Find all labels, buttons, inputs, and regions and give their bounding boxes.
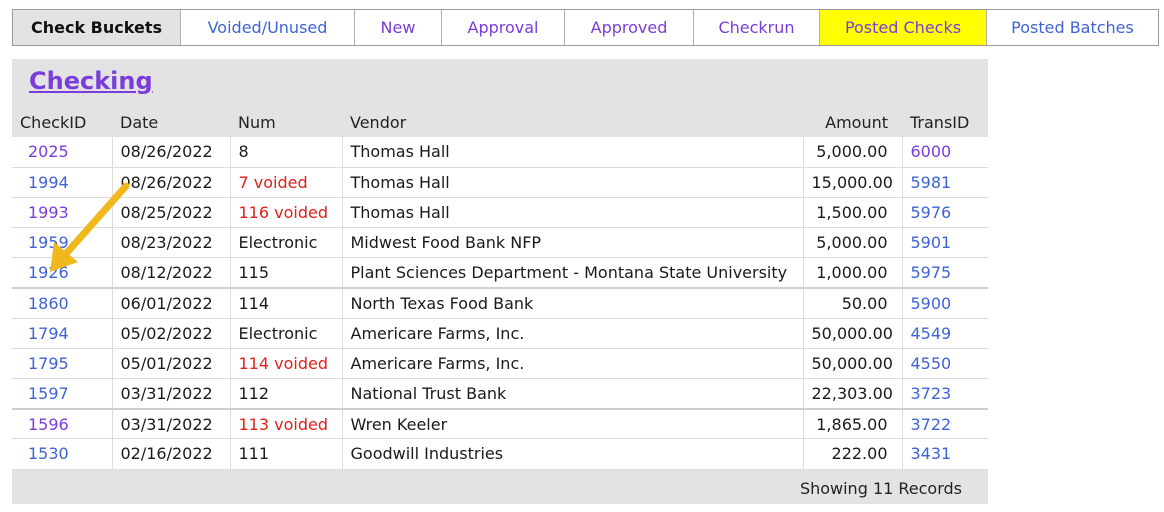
table-row: 1795 05/01/2022 114 voided Americare Far… [12,348,988,380]
transid-link[interactable]: 4549 [901,318,988,349]
table-row: 1926 08/12/2022 115 Plant Sciences Depar… [12,257,988,289]
num-cell: 8 [229,137,342,168]
checking-panel: Checking CheckID Date Num Vendor Amount … [12,59,988,504]
date-cell: 06/01/2022 [111,286,230,319]
amount-cell: 15,000.00 [802,167,902,198]
vendor-cell: Thomas Hall [341,197,803,229]
num-cell: 111 [229,438,342,470]
checkid-link[interactable]: 1597 [12,378,112,410]
vendor-cell: Midwest Food Bank NFP [341,227,803,259]
date-cell: 03/31/2022 [111,378,230,410]
num-cell: 116 voided [229,197,342,229]
checkid-link[interactable]: 1860 [12,286,112,319]
tab-posted-batches[interactable]: Posted Batches [986,10,1158,45]
amount-cell: 222.00 [802,438,902,470]
num-cell: 112 [229,378,342,410]
tab-checkrun[interactable]: Checkrun [693,10,819,45]
check-bucket-tabs: Check Buckets Voided/Unused New Approval… [12,9,1159,46]
num-cell: 115 [229,257,342,289]
amount-cell: 1,865.00 [802,407,902,440]
checkid-link[interactable]: 2025 [12,137,112,168]
table-row: 1994 08/26/2022 7 voided Thomas Hall 15,… [12,167,988,198]
checkid-link[interactable]: 1596 [12,407,112,440]
transid-link[interactable]: 6000 [901,137,988,168]
amount-cell: 22,303.00 [802,378,902,410]
vendor-cell: Thomas Hall [341,167,803,198]
num-cell: 113 voided [229,407,342,440]
table-row: 1530 02/16/2022 111 Goodwill Industries … [12,438,988,470]
panel-title-link[interactable]: Checking [29,67,153,95]
date-cell: 05/02/2022 [111,318,230,349]
transid-link[interactable]: 3722 [901,407,988,440]
transid-link[interactable]: 5900 [901,286,988,319]
transid-link[interactable]: 5901 [901,227,988,259]
checks-table: CheckID Date Num Vendor Amount TransID 2… [12,107,988,470]
table-row: 1596 03/31/2022 113 voided Wren Keeler 1… [12,407,988,440]
transid-link[interactable]: 5981 [901,167,988,198]
table-row: 1794 05/02/2022 Electronic Americare Far… [12,318,988,349]
checkid-link[interactable]: 1794 [12,318,112,349]
amount-cell: 50,000.00 [802,348,902,380]
tab-new[interactable]: New [354,10,441,45]
tab-approved[interactable]: Approved [564,10,693,45]
vendor-cell: Goodwill Industries [341,438,803,470]
table-row: 1993 08/25/2022 116 voided Thomas Hall 1… [12,197,988,229]
num-cell: 114 [229,286,342,319]
date-cell: 03/31/2022 [111,407,230,440]
date-cell: 02/16/2022 [111,438,230,470]
vendor-cell: Wren Keeler [341,407,803,440]
vendor-cell: Americare Farms, Inc. [341,318,803,349]
vendor-cell: North Texas Food Bank [341,286,803,319]
tab-posted-checks[interactable]: Posted Checks [819,10,986,45]
table-row: 1860 06/01/2022 114 North Texas Food Ban… [12,286,988,319]
vendor-cell: Plant Sciences Department - Montana Stat… [341,257,803,289]
amount-cell: 5,000.00 [802,137,902,168]
table-header-row: CheckID Date Num Vendor Amount TransID [12,107,988,137]
table-row: 1959 08/23/2022 Electronic Midwest Food … [12,227,988,259]
col-header-amount[interactable]: Amount [803,107,902,137]
col-header-checkid[interactable]: CheckID [12,107,112,137]
col-header-date[interactable]: Date [112,107,230,137]
amount-cell: 50,000.00 [802,318,902,349]
col-header-transid[interactable]: TransID [902,107,988,137]
transid-link[interactable]: 5975 [901,257,988,289]
table-row: 2025 08/26/2022 8 Thomas Hall 5,000.00 6… [12,137,988,168]
num-cell: 114 voided [229,348,342,380]
date-cell: 05/01/2022 [111,348,230,380]
tab-check-buckets: Check Buckets [13,10,180,45]
checkid-link[interactable]: 1795 [12,348,112,380]
transid-link[interactable]: 3431 [901,438,988,470]
transid-link[interactable]: 4550 [901,348,988,380]
col-header-num[interactable]: Num [230,107,342,137]
amount-cell: 1,500.00 [802,197,902,229]
records-count: Showing 11 Records [799,479,962,498]
date-cell: 08/26/2022 [111,137,230,168]
tab-approval[interactable]: Approval [441,10,564,45]
table-row: 1597 03/31/2022 112 National Trust Bank … [12,378,988,410]
tab-voided-unused[interactable]: Voided/Unused [180,10,354,45]
vendor-cell: National Trust Bank [341,378,803,410]
vendor-cell: Americare Farms, Inc. [341,348,803,380]
amount-cell: 1,000.00 [802,257,902,289]
num-cell: 7 voided [229,167,342,198]
num-cell: Electronic [229,227,342,259]
num-cell: Electronic [229,318,342,349]
arrow-pointer-icon [50,182,130,272]
col-header-vendor[interactable]: Vendor [342,107,803,137]
amount-cell: 50.00 [802,286,902,319]
transid-link[interactable]: 5976 [901,197,988,229]
checkid-link[interactable]: 1530 [12,438,112,470]
vendor-cell: Thomas Hall [341,137,803,168]
transid-link[interactable]: 3723 [901,378,988,410]
amount-cell: 5,000.00 [802,227,902,259]
